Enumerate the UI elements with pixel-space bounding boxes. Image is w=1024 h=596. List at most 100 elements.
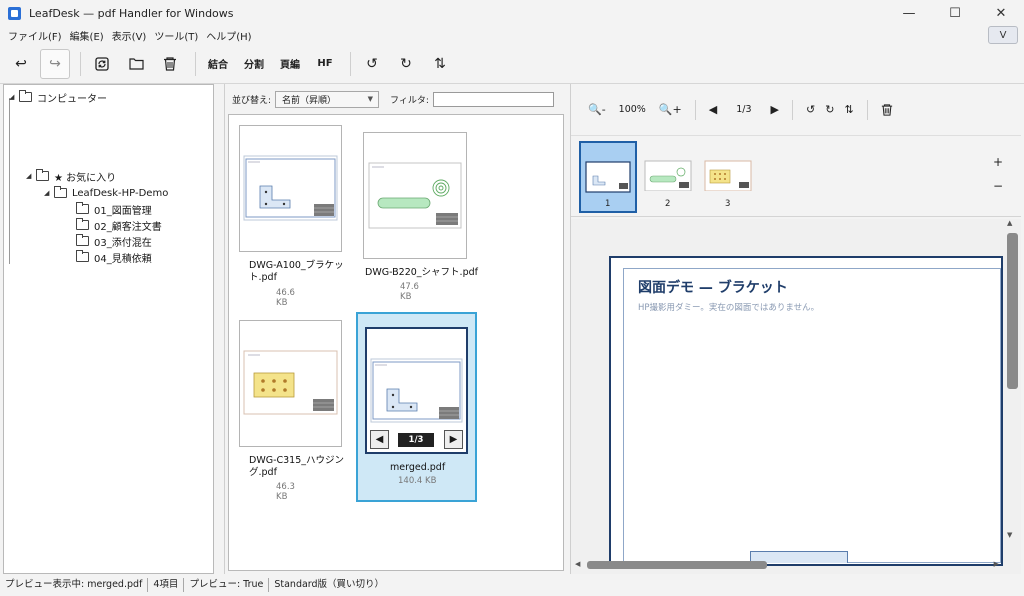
- sort-value: 名前（昇順）: [282, 95, 337, 106]
- vertical-scroll-thumb[interactable]: [1007, 233, 1018, 389]
- page-thumb-number: 3: [725, 199, 731, 209]
- rotate-right-button[interactable]: ↻: [820, 103, 839, 116]
- trash-icon: [881, 103, 892, 116]
- thumb-size-decrease-button[interactable]: −: [993, 179, 1003, 193]
- menu-tools[interactable]: ツール(T): [150, 28, 202, 43]
- toolbar-divider: [792, 99, 793, 120]
- collapse-arrow-icon[interactable]: ◢: [9, 93, 19, 101]
- filter-input[interactable]: [432, 91, 554, 107]
- scroll-up-icon[interactable]: ▲: [1007, 219, 1012, 227]
- zoom-in-button[interactable]: 🔍+: [654, 103, 687, 116]
- tree-node-folder-03[interactable]: 03_添付混在: [76, 234, 152, 249]
- folder-tree: ◢ コンピューター ◢ ★ お気に入り ◢ LeafDesk-HP-Demo 0…: [3, 84, 214, 574]
- folder-icon: [76, 218, 89, 230]
- redo-button[interactable]: ↪: [40, 48, 70, 79]
- app-window: LeafDesk — pdf Handler for Windows — ☐ ✕…: [0, 0, 1024, 596]
- delete-page-button[interactable]: [876, 103, 898, 116]
- collapse-arrow-icon[interactable]: ◢: [44, 189, 54, 197]
- trash-icon: [164, 56, 176, 71]
- folder-icon: [128, 58, 144, 70]
- swap-icon: ⇅: [434, 55, 446, 72]
- tree-label-folder: 03_添付混在: [94, 237, 152, 249]
- pager-next-button[interactable]: ▶: [444, 430, 463, 449]
- file-name: DWG-B220_シャフト.pdf: [365, 267, 478, 278]
- tree-node-folder-04[interactable]: 04_見積依頼: [76, 250, 152, 265]
- folder-icon: [76, 250, 89, 262]
- sort-dropdown[interactable]: 名前（昇順） ▼: [275, 90, 380, 108]
- vertical-scrollbar[interactable]: ▲ ▼: [1005, 219, 1018, 541]
- toolbar-divider: [195, 51, 196, 76]
- zoom-out-button[interactable]: 🔍-: [583, 103, 611, 116]
- undo-button[interactable]: ↩: [6, 49, 36, 79]
- ribbon-collapse-button[interactable]: V: [988, 26, 1018, 44]
- minimize-button[interactable]: —: [886, 0, 932, 26]
- tree-label-folder: 02_顧客注文書: [94, 221, 162, 233]
- menu-help[interactable]: ヘルプ(H): [202, 28, 255, 43]
- zoom-level: 100%: [618, 104, 646, 115]
- drawing-frame: 図面デモ — ブラケット HP撮影用ダミー。実在の図面ではありません。: [623, 268, 1001, 563]
- folder-icon: [76, 234, 89, 246]
- tree-label-computer: コンピューター: [37, 93, 107, 105]
- tree-label-favorites: ★ お気に入り: [54, 172, 117, 184]
- document-page: 図面デモ — ブラケット HP撮影用ダミー。実在の図面ではありません。: [609, 256, 1003, 566]
- page-thumb-number: 1: [605, 199, 611, 209]
- folder-icon: [36, 169, 49, 181]
- tree-node-folder-01[interactable]: 01_図面管理: [76, 202, 152, 217]
- file-card-merged-selected[interactable]: ◀ 1/3 ▶ merged.pdf 140.4 KB: [356, 312, 477, 502]
- status-preview-flag: プレビュー: True: [184, 578, 270, 592]
- rotate-left-button[interactable]: ↺: [357, 49, 387, 79]
- page-viewer[interactable]: 図面デモ — ブラケット HP撮影用ダミー。実在の図面ではありません。 ▲ ▼ …: [571, 219, 1021, 574]
- page-thumbnail-strip: 1 2 3 + −: [571, 137, 1021, 217]
- status-item-count: 4項目: [148, 578, 185, 592]
- swap-pages-button[interactable]: ⇅: [839, 103, 858, 116]
- thumbnail-pager: ◀ 1/3 ▶: [370, 430, 465, 450]
- tree-node-computer[interactable]: ◢ コンピューター: [9, 90, 107, 105]
- file-thumbnail: ◀ 1/3 ▶: [365, 327, 468, 454]
- toolbar-divider: [866, 99, 868, 120]
- maximize-button[interactable]: ☐: [932, 0, 978, 26]
- refresh-button[interactable]: [87, 49, 117, 79]
- file-size: 47.6 KB: [400, 282, 419, 302]
- page-thumb-2[interactable]: 2: [643, 141, 693, 213]
- menu-view[interactable]: 表示(V): [108, 28, 151, 43]
- close-button[interactable]: ✕: [978, 0, 1024, 26]
- next-page-button[interactable]: ▶: [766, 103, 784, 116]
- tree-node-favorites[interactable]: ◢ ★ お気に入り: [26, 169, 117, 184]
- rotate-right-button[interactable]: ↻: [391, 49, 421, 79]
- status-edition: Standard版（買い切り）: [274, 579, 385, 590]
- file-name: DWG-A100_ブラケッ ト.pdf: [249, 260, 344, 283]
- tree-node-folder-02[interactable]: 02_顧客注文書: [76, 218, 162, 233]
- horizontal-scrollbar[interactable]: ◀ ▶: [571, 558, 1003, 570]
- tree-node-project[interactable]: ◢ LeafDesk-HP-Demo: [44, 186, 168, 200]
- collapse-arrow-icon[interactable]: ◢: [26, 172, 36, 180]
- sort-label: 並び替え:: [232, 95, 272, 106]
- menu-edit[interactable]: 編集(E): [66, 28, 108, 43]
- drawing-preview-image: [243, 155, 338, 221]
- file-name: merged.pdf: [390, 462, 446, 473]
- delete-button[interactable]: [155, 49, 185, 79]
- scroll-down-icon[interactable]: ▼: [1007, 531, 1012, 539]
- split-button[interactable]: 分割: [238, 49, 270, 79]
- swap-order-button[interactable]: ⇅: [425, 49, 455, 79]
- menu-file[interactable]: ファイル(F): [4, 28, 66, 43]
- rotate-left-button[interactable]: ↺: [801, 103, 820, 116]
- page-thumb-1[interactable]: 1: [579, 141, 637, 213]
- scroll-right-icon[interactable]: ▶: [994, 560, 999, 568]
- file-size: 140.4 KB: [398, 476, 437, 486]
- thumb-size-increase-button[interactable]: +: [993, 155, 1003, 169]
- page-edit-button[interactable]: 頁編: [274, 49, 306, 79]
- scroll-left-icon[interactable]: ◀: [575, 560, 580, 568]
- header-footer-button[interactable]: HF: [310, 49, 340, 79]
- page-thumb-3[interactable]: 3: [703, 141, 753, 213]
- horizontal-scroll-thumb[interactable]: [587, 561, 767, 569]
- chevron-down-icon: ▼: [367, 94, 374, 103]
- rotate-left-icon: ↺: [366, 55, 378, 72]
- prev-page-button[interactable]: ◀: [704, 103, 722, 116]
- merge-button[interactable]: 結合: [202, 49, 234, 79]
- undo-icon: ↩: [15, 55, 27, 72]
- open-folder-button[interactable]: [121, 49, 151, 79]
- page-thumb-number: 2: [665, 199, 671, 209]
- pager-prev-button[interactable]: ◀: [370, 430, 389, 449]
- file-size: 46.6 KB: [276, 288, 295, 308]
- toolbar-divider: [80, 51, 81, 76]
